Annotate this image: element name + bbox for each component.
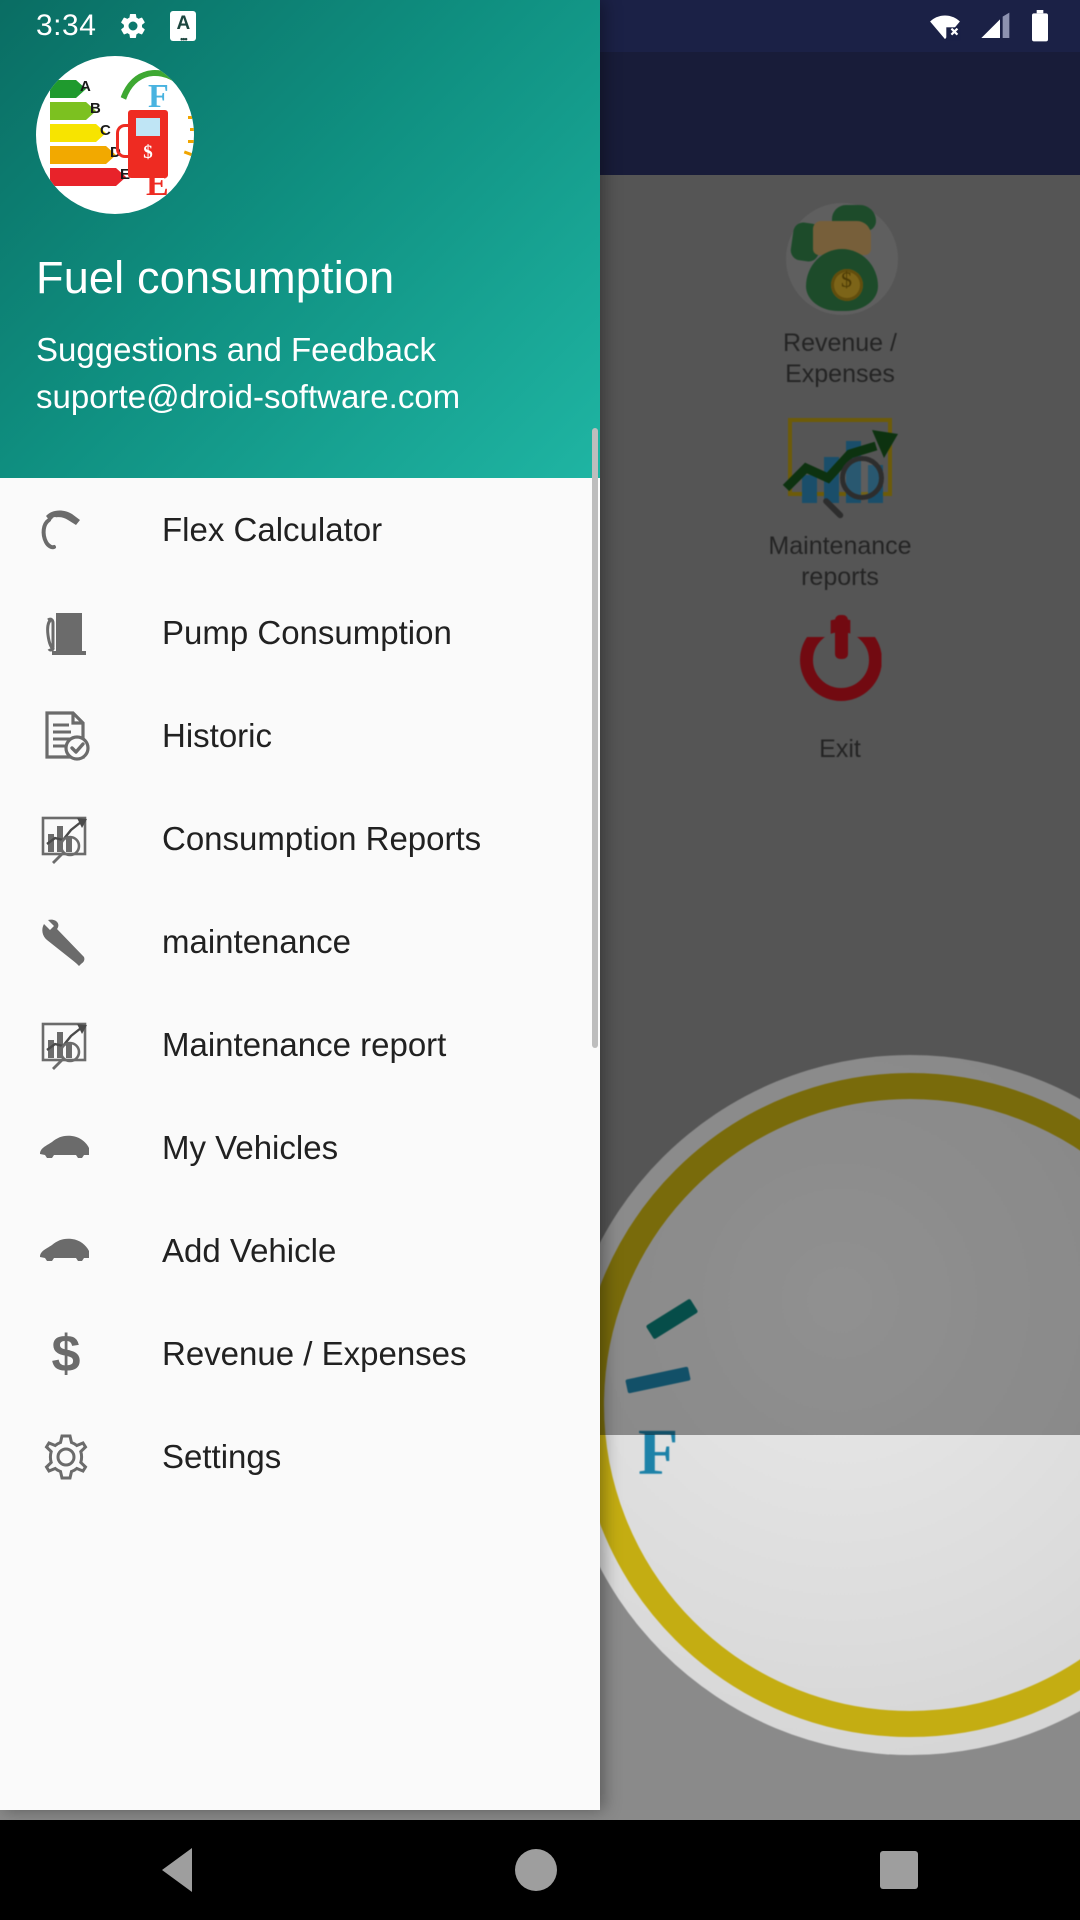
sidebar-item-label: Settings — [162, 1437, 282, 1475]
drawer-header: A B C D E $ F E Fuel consumption Suggest… — [0, 0, 600, 478]
phone-screen: F Revenue / Expenses — [0, 0, 1080, 1920]
sidebar-item-revenue-expenses[interactable]: $ Revenue / Expenses — [0, 1302, 600, 1405]
wifi-off-icon — [930, 15, 961, 41]
logo-empty-label: E — [146, 166, 169, 203]
system-navigation-bar — [0, 1820, 1080, 1920]
car-icon — [30, 1215, 102, 1287]
car-icon — [30, 1112, 102, 1184]
gear-icon — [121, 13, 146, 39]
chart-report-icon — [30, 1009, 102, 1081]
sidebar-item-label: Add Vehicle — [162, 1231, 337, 1269]
drawer-scrollbar[interactable] — [592, 428, 598, 1048]
recents-button[interactable] — [880, 1851, 919, 1889]
back-button[interactable] — [161, 1848, 192, 1892]
navigation-drawer: A B C D E $ F E Fuel consumption Suggest… — [0, 0, 600, 1810]
drawer-menu-list: Flex Calculator Pump Consumption Histori… — [0, 478, 600, 1508]
sidebar-item-pump-consumption[interactable]: Pump Consumption — [0, 581, 600, 684]
wrench-icon — [30, 906, 102, 978]
sidebar-item-consumption-reports[interactable]: Consumption Reports — [0, 787, 600, 890]
sidebar-item-add-vehicle[interactable]: Add Vehicle — [0, 1199, 600, 1302]
app-title: Fuel consumption — [36, 252, 395, 303]
cellular-signal-icon — [981, 12, 1010, 38]
dollar-icon: $ — [30, 1318, 102, 1390]
chart-report-icon — [30, 803, 102, 875]
sidebar-item-label: Maintenance report — [162, 1025, 447, 1063]
sidebar-item-label: Historic — [162, 716, 273, 754]
home-button[interactable] — [514, 1849, 557, 1891]
sidebar-item-settings[interactable]: Settings — [0, 1405, 600, 1508]
drawer-subtitle-email[interactable]: suporte@droid-software.com — [36, 373, 564, 420]
drawer-subtitle-feedback: Suggestions and Feedback — [36, 331, 436, 368]
sidebar-item-label: maintenance — [162, 922, 351, 960]
logo-full-label: F — [148, 78, 169, 115]
document-check-icon — [30, 700, 102, 772]
sidebar-item-historic[interactable]: Historic — [0, 684, 600, 787]
pump-dollar-label: $ — [143, 142, 153, 163]
sidebar-item-label: Consumption Reports — [162, 819, 482, 857]
pump-window — [134, 116, 162, 138]
sidebar-item-maintenance-report[interactable]: Maintenance report — [0, 993, 600, 1096]
svg-text:$: $ — [52, 1325, 81, 1383]
sidebar-item-label: Pump Consumption — [162, 613, 452, 651]
status-clock: 3:34 — [36, 9, 97, 42]
fuel-pump-icon — [30, 597, 102, 669]
app-notification-badge: A — [170, 11, 197, 44]
status-bar-right — [928, 0, 1050, 52]
sidebar-item-my-vehicles[interactable]: My Vehicles — [0, 1096, 600, 1199]
battery-full-icon — [1032, 10, 1048, 42]
fuel-nozzle-icon — [30, 494, 102, 566]
status-bar-left: 3:34 A — [0, 0, 197, 52]
sidebar-item-flex-calculator[interactable]: Flex Calculator — [0, 478, 600, 581]
status-bar: 3:34 A — [0, 0, 1080, 52]
sidebar-item-label: Revenue / Expenses — [162, 1334, 467, 1372]
sidebar-item-label: My Vehicles — [162, 1128, 339, 1166]
sidebar-item-maintenance[interactable]: maintenance — [0, 890, 600, 993]
sidebar-item-label: Flex Calculator — [162, 510, 383, 548]
gear-icon — [30, 1421, 102, 1493]
app-logo: A B C D E $ F E — [36, 56, 194, 214]
